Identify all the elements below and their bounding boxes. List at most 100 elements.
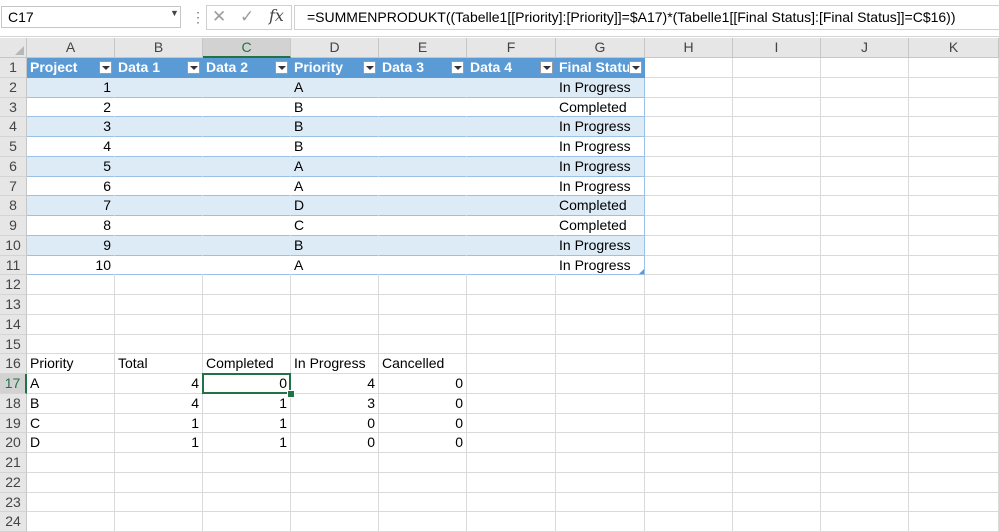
table-cell[interactable]: A — [291, 255, 379, 276]
cell-f13[interactable] — [467, 295, 556, 315]
cell-f19[interactable] — [467, 413, 556, 434]
table-header-cell[interactable]: Final Status — [556, 58, 645, 78]
cell-j2[interactable] — [821, 77, 909, 98]
active-cell-outline[interactable] — [202, 373, 291, 394]
table-cell[interactable]: 3 — [27, 117, 115, 137]
table-cell[interactable] — [379, 176, 467, 197]
cell-b13[interactable] — [115, 295, 203, 315]
table-cell[interactable]: 2 — [27, 97, 115, 118]
cell-g17[interactable] — [556, 374, 645, 394]
table-header-cell[interactable]: Data 2 — [203, 58, 291, 78]
cell-k13[interactable] — [909, 295, 999, 315]
table-cell[interactable] — [203, 235, 291, 256]
cell-d21[interactable] — [291, 453, 379, 473]
column-header-d[interactable]: D — [291, 38, 379, 58]
cell-e15[interactable] — [379, 334, 467, 355]
cell-g15[interactable] — [556, 334, 645, 355]
cell-b21[interactable] — [115, 453, 203, 473]
table-cell[interactable]: 1 — [27, 77, 115, 98]
row-header-8[interactable]: 8 — [0, 196, 27, 216]
cell-j10[interactable] — [821, 235, 909, 256]
row-header-6[interactable]: 6 — [0, 156, 27, 177]
cell-h3[interactable] — [645, 97, 733, 118]
summary-cell[interactable]: 1 — [115, 413, 203, 434]
cell-f23[interactable] — [467, 492, 556, 513]
filter-dropdown-icon[interactable] — [363, 61, 376, 74]
cell-j3[interactable] — [821, 97, 909, 118]
cell-i8[interactable] — [733, 196, 821, 216]
cell-k15[interactable] — [909, 334, 999, 355]
table-cell[interactable] — [115, 117, 203, 137]
table-cell[interactable] — [379, 117, 467, 137]
column-header-i[interactable]: I — [733, 38, 821, 58]
table-cell[interactable] — [203, 137, 291, 157]
cell-i3[interactable] — [733, 97, 821, 118]
cell-k7[interactable] — [909, 176, 999, 197]
column-header-k[interactable]: K — [909, 38, 999, 58]
cell-e14[interactable] — [379, 314, 467, 335]
row-header-16[interactable]: 16 — [0, 354, 27, 374]
table-cell[interactable]: 10 — [27, 255, 115, 276]
summary-cell[interactable]: 1 — [203, 413, 291, 434]
chevron-down-icon[interactable]: ▼ — [170, 8, 179, 18]
table-cell[interactable]: Completed — [556, 196, 645, 216]
row-header-2[interactable]: 2 — [0, 77, 27, 98]
close-icon[interactable]: ✕ — [212, 7, 226, 27]
table-cell[interactable] — [115, 176, 203, 197]
cell-h9[interactable] — [645, 216, 733, 236]
summary-cell[interactable]: D — [27, 433, 115, 453]
cell-c13[interactable] — [203, 295, 291, 315]
cell-i13[interactable] — [733, 295, 821, 315]
table-cell[interactable] — [467, 137, 556, 157]
summary-cell[interactable]: 1 — [203, 433, 291, 453]
cell-g13[interactable] — [556, 295, 645, 315]
summary-cell[interactable]: 1 — [115, 433, 203, 453]
table-cell[interactable] — [115, 137, 203, 157]
cell-k3[interactable] — [909, 97, 999, 118]
cell-i4[interactable] — [733, 117, 821, 137]
cell-h22[interactable] — [645, 472, 733, 493]
summary-header-cell[interactable]: Total — [115, 354, 203, 374]
cell-h23[interactable] — [645, 492, 733, 513]
table-cell[interactable]: Completed — [556, 216, 645, 236]
row-header-17[interactable]: 17 — [0, 374, 27, 394]
table-cell[interactable]: 7 — [27, 196, 115, 216]
summary-header-cell[interactable]: In Progress — [291, 354, 379, 374]
table-cell[interactable] — [379, 216, 467, 236]
cell-e23[interactable] — [379, 492, 467, 513]
table-cell[interactable]: In Progress — [556, 176, 645, 197]
table-cell[interactable] — [203, 117, 291, 137]
cell-k20[interactable] — [909, 433, 999, 453]
row-header-20[interactable]: 20 — [0, 433, 27, 453]
summary-cell[interactable]: 0 — [379, 433, 467, 453]
summary-cell[interactable]: 3 — [291, 393, 379, 414]
cell-a14[interactable] — [27, 314, 115, 335]
cell-f17[interactable] — [467, 374, 556, 394]
filter-dropdown-icon[interactable] — [99, 61, 112, 74]
cell-j19[interactable] — [821, 413, 909, 434]
cell-h6[interactable] — [645, 156, 733, 177]
column-header-a[interactable]: A — [27, 38, 115, 58]
table-cell[interactable] — [467, 77, 556, 98]
cell-g24[interactable] — [556, 512, 645, 532]
cell-e21[interactable] — [379, 453, 467, 473]
cell-f20[interactable] — [467, 433, 556, 453]
cell-a21[interactable] — [27, 453, 115, 473]
cell-f22[interactable] — [467, 472, 556, 493]
cell-i14[interactable] — [733, 314, 821, 335]
table-cell[interactable]: 8 — [27, 216, 115, 236]
row-header-7[interactable]: 7 — [0, 176, 27, 197]
column-header-e[interactable]: E — [379, 38, 467, 58]
table-cell[interactable] — [379, 97, 467, 118]
cell-j9[interactable] — [821, 216, 909, 236]
cell-i22[interactable] — [733, 472, 821, 493]
summary-cell[interactable]: 0 — [291, 433, 379, 453]
cell-k17[interactable] — [909, 374, 999, 394]
cell-f12[interactable] — [467, 275, 556, 295]
table-header-cell[interactable]: Data 4 — [467, 58, 556, 78]
column-header-h[interactable]: H — [645, 38, 733, 58]
cell-h14[interactable] — [645, 314, 733, 335]
filter-dropdown-icon[interactable] — [451, 61, 464, 74]
name-box[interactable]: C17 — [1, 6, 181, 28]
cell-i6[interactable] — [733, 156, 821, 177]
